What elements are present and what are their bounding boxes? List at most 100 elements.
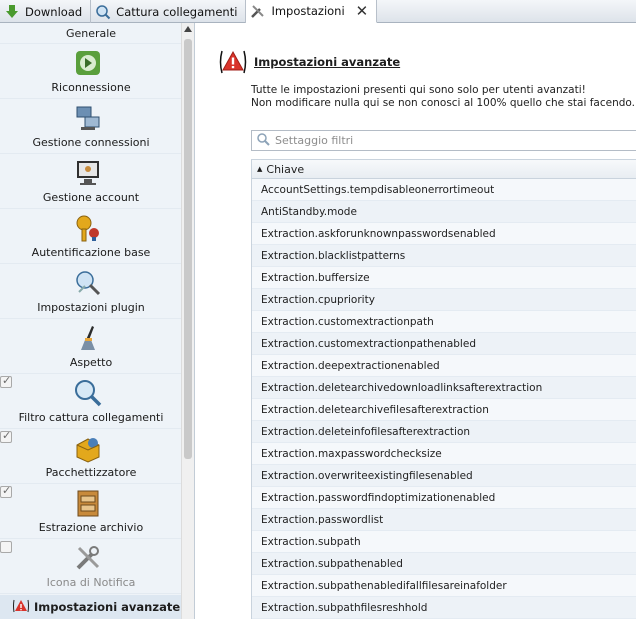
reconnect-icon xyxy=(73,48,103,78)
setting-key: Extraction.customextractionpath xyxy=(261,315,434,328)
sidebar-item-plugin-settings[interactable]: Impostazioni plugin xyxy=(0,264,182,319)
setting-key: AccountSettings.tempdisableonerrortimeou… xyxy=(261,183,495,196)
scroll-up-icon[interactable] xyxy=(184,26,192,32)
packager-icon xyxy=(73,433,103,463)
table-row[interactable]: Extraction.passwordfindoptimizationenabl… xyxy=(252,487,636,509)
tab-link-grabber[interactable]: Cattura collegamenti xyxy=(91,0,247,23)
setting-key: Extraction.passwordfindoptimizationenabl… xyxy=(261,491,496,504)
sidebar-item-label: Gestione connessioni xyxy=(32,136,150,149)
setting-key: Extraction.cpupriority xyxy=(261,293,375,306)
tab-download-label: Download xyxy=(25,4,83,19)
sidebar-item-advanced-settings[interactable]: Impostazioni avanzate xyxy=(0,595,182,619)
archive-extraction-checkbox[interactable] xyxy=(0,484,12,498)
sidebar-item-label: Impostazioni avanzate xyxy=(34,600,181,614)
warning-line-1: Tutte le impostazioni presenti qui sono … xyxy=(251,84,586,96)
setting-key: Extraction.passwordlist xyxy=(261,513,384,526)
setting-key: Extraction.customextractionpathenabled xyxy=(261,337,476,350)
table-row[interactable]: Extraction.askforunknownpasswordsenabled xyxy=(252,223,636,245)
column-header-key[interactable]: ▲ Chiave xyxy=(252,159,636,179)
table-row[interactable]: Extraction.deletearchivefilesafterextrac… xyxy=(252,399,636,421)
warning-line-2: Non modificare nulla qui se non conosci … xyxy=(251,97,635,109)
tab-settings[interactable]: Impostazioni ✕ xyxy=(246,0,378,23)
close-icon[interactable]: ✕ xyxy=(356,2,369,20)
settings-sidebar: Generale Riconnessione Gestione connessi… xyxy=(0,23,195,619)
filter-input[interactable] xyxy=(275,134,575,147)
table-row[interactable]: Extraction.customextractionpath xyxy=(252,311,636,333)
sidebar-item-label: Pacchettizzatore xyxy=(45,466,137,479)
account-manager-icon xyxy=(73,158,103,188)
tab-link-grabber-label: Cattura collegamenti xyxy=(116,4,238,19)
column-header-label: Chiave xyxy=(266,162,305,176)
tab-download[interactable]: Download xyxy=(0,0,92,23)
sidebar-item-label: Filtro cattura collegamenti xyxy=(18,411,164,424)
sidebar-item-label: Icona di Notifica xyxy=(46,576,136,589)
setting-key: Extraction.overwriteexistingfilesenabled xyxy=(261,469,473,482)
sidebar-item-appearance[interactable]: Aspetto xyxy=(0,319,182,374)
appearance-icon xyxy=(73,323,103,353)
tab-settings-label: Impostazioni xyxy=(271,4,345,18)
download-icon xyxy=(4,4,20,20)
table-row[interactable]: Extraction.customextractionpathenabled xyxy=(252,333,636,355)
sidebar-item-label: Estrazione archivio xyxy=(38,521,144,534)
sidebar-item-label: Generale xyxy=(65,27,117,40)
sidebar-item-reconnect[interactable]: Riconnessione xyxy=(0,44,182,99)
table-row[interactable]: AntiStandby.mode xyxy=(252,201,636,223)
archive-extraction-icon xyxy=(73,488,103,518)
table-row[interactable]: AccountSettings.tempdisableonerrortimeou… xyxy=(252,179,636,201)
basic-auth-icon xyxy=(73,213,103,243)
table-row[interactable]: Extraction.passwordlist xyxy=(252,509,636,531)
setting-key: AntiStandby.mode xyxy=(261,205,357,218)
setting-key: Extraction.subpathenabled xyxy=(261,557,403,570)
plugin-settings-icon xyxy=(73,268,103,298)
sidebar-item-packager[interactable]: Pacchettizzatore xyxy=(0,429,182,484)
filter-box[interactable] xyxy=(251,130,636,151)
setting-key: Extraction.maxpasswordchecksize xyxy=(261,447,442,460)
tab-bar: Download Cattura collegamenti Impostazio… xyxy=(0,0,636,23)
connection-manager-icon xyxy=(73,103,103,133)
setting-key: Extraction.deepextractionenabled xyxy=(261,359,440,372)
setting-key: Extraction.subpathenabledifallfilesarein… xyxy=(261,579,507,592)
settings-table: ▲ Chiave AccountSettings.tempdisableoner… xyxy=(251,159,636,619)
setting-key: Extraction.subpathfilesreshhold xyxy=(261,601,428,614)
table-row[interactable]: Extraction.deleteinfofilesafterextractio… xyxy=(252,421,636,443)
sort-ascending-icon: ▲ xyxy=(257,165,263,173)
sidebar-scrollbar[interactable] xyxy=(181,23,194,619)
table-row[interactable]: Extraction.cpupriority xyxy=(252,289,636,311)
setting-key: Extraction.blacklistpatterns xyxy=(261,249,406,262)
setting-key: Extraction.deletearchivefilesafterextrac… xyxy=(261,403,489,416)
table-body: AccountSettings.tempdisableonerrortimeou… xyxy=(252,179,636,619)
sidebar-item-account-manager[interactable]: Gestione account xyxy=(0,154,182,209)
sidebar-item-basic-auth[interactable]: Autentificazione base xyxy=(0,209,182,264)
sidebar-item-general[interactable]: Generale xyxy=(0,23,182,44)
table-row[interactable]: Extraction.deepextractionenabled xyxy=(252,355,636,377)
sidebar-item-connection-manager[interactable]: Gestione connessioni xyxy=(0,99,182,154)
scrollbar-thumb[interactable] xyxy=(184,39,192,459)
table-row[interactable]: Extraction.blacklistpatterns xyxy=(252,245,636,267)
warning-icon xyxy=(218,49,248,75)
search-icon xyxy=(256,132,270,149)
table-row[interactable]: Extraction.buffersize xyxy=(252,267,636,289)
sidebar-item-archive-extraction[interactable]: Estrazione archivio xyxy=(0,484,182,539)
table-row[interactable]: Extraction.subpathenabledifallfilesarein… xyxy=(252,575,636,597)
sidebar-item-tray-icon[interactable]: Icona di Notifica xyxy=(0,539,182,594)
tray-icon-checkbox[interactable] xyxy=(0,541,12,553)
setting-key: Extraction.deleteinfofilesafterextractio… xyxy=(261,425,471,438)
setting-key: Extraction.subpath xyxy=(261,535,361,548)
packager-checkbox[interactable] xyxy=(0,429,12,443)
page-title: Impostazioni avanzate xyxy=(254,55,401,69)
table-row[interactable]: Extraction.deletearchivedownloadlinksaft… xyxy=(252,377,636,399)
table-row[interactable]: Extraction.subpathenabled xyxy=(252,553,636,575)
table-row[interactable]: Extraction.maxpasswordchecksize xyxy=(252,443,636,465)
sidebar-item-label: Riconnessione xyxy=(51,81,131,94)
sidebar-item-label: Autentificazione base xyxy=(31,246,151,259)
table-row[interactable]: Extraction.subpath xyxy=(252,531,636,553)
table-row[interactable]: Extraction.subpathfilesreshhold xyxy=(252,597,636,619)
sidebar-item-label: Aspetto xyxy=(69,356,113,369)
sidebar-item-label: Gestione account xyxy=(42,191,140,204)
link-filter-checkbox[interactable] xyxy=(0,374,12,388)
table-row[interactable]: Extraction.overwriteexistingfilesenabled xyxy=(252,465,636,487)
sidebar-item-link-filter[interactable]: Filtro cattura collegamenti xyxy=(0,374,182,429)
tray-icon xyxy=(73,543,103,573)
warning-icon xyxy=(12,598,30,617)
advanced-settings-panel: Impostazioni avanzate Tutte le impostazi… xyxy=(196,23,636,619)
